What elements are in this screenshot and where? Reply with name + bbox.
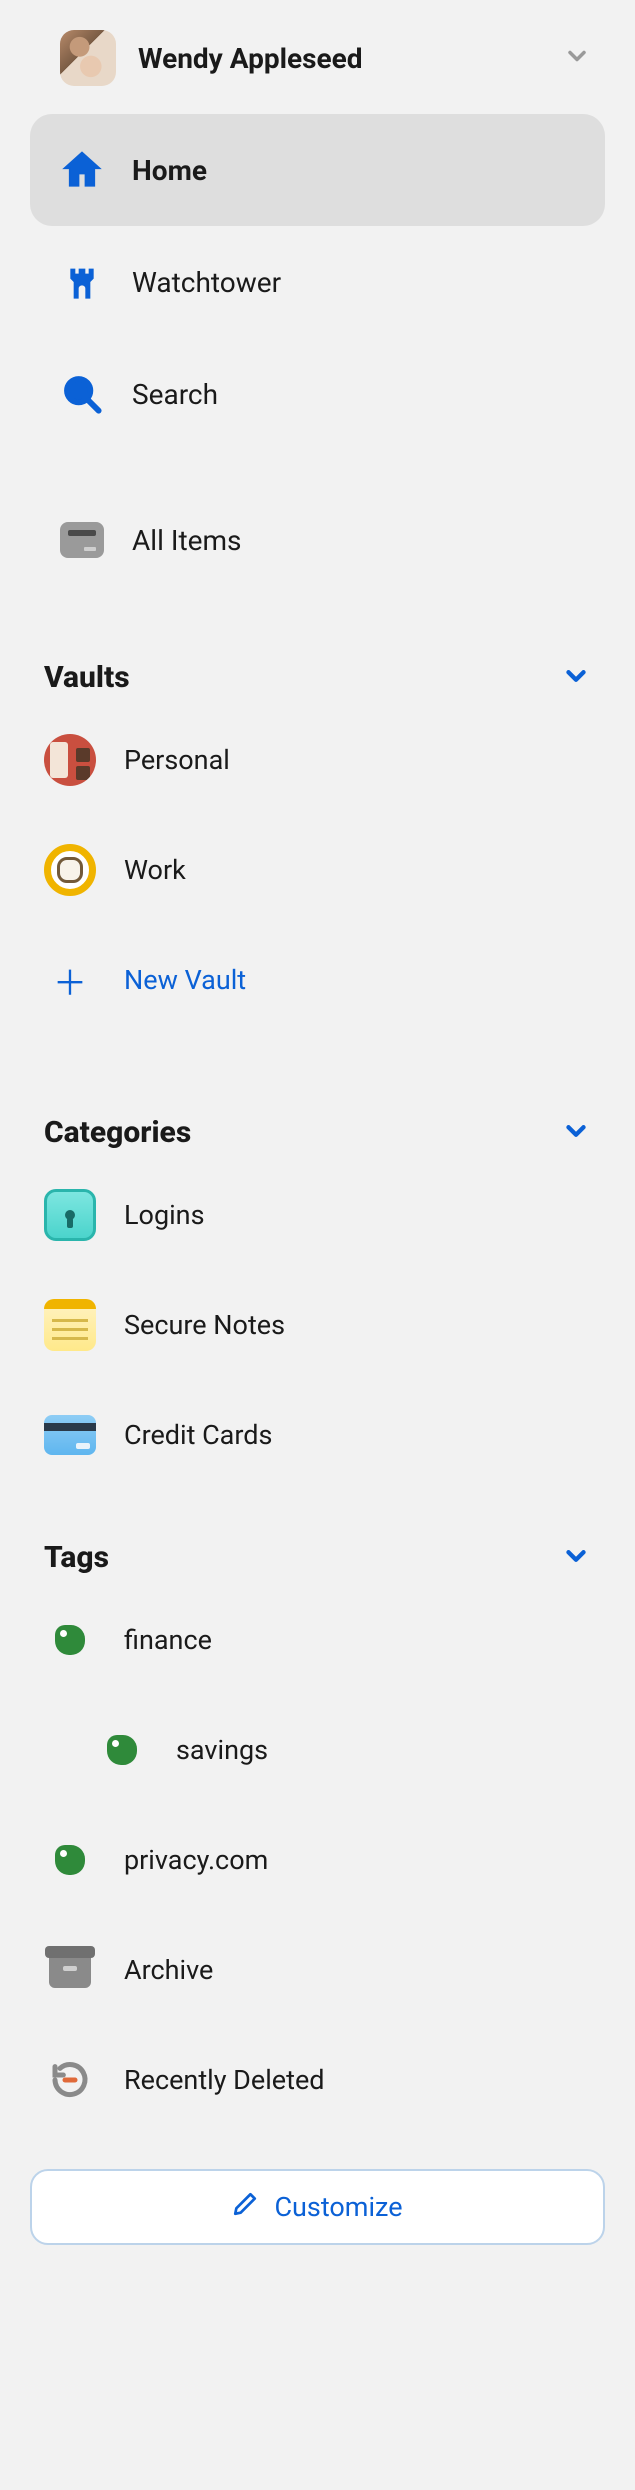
nav-archive[interactable]: Archive — [30, 1915, 605, 2025]
avatar — [60, 30, 116, 86]
tag-label: finance — [124, 1624, 212, 1656]
tag-savings[interactable]: savings — [30, 1695, 605, 1805]
nav-label: Watchtower — [132, 266, 281, 299]
nav-label: All Items — [132, 524, 241, 557]
nav-label: Home — [132, 154, 207, 187]
tag-label: savings — [176, 1734, 268, 1766]
vault-icon — [44, 734, 96, 786]
section-title: Categories — [44, 1115, 191, 1150]
category-label: Secure Notes — [124, 1309, 285, 1341]
new-vault-label: New Vault — [124, 964, 246, 996]
secure-notes-icon — [44, 1299, 96, 1351]
recently-deleted-icon — [44, 2054, 96, 2106]
category-logins[interactable]: Logins — [30, 1160, 605, 1270]
chevron-down-icon — [563, 42, 591, 74]
watchtower-icon — [60, 260, 104, 304]
sidebar: Wendy Appleseed Home Watchtower Search A… — [0, 0, 635, 2275]
nav-watchtower[interactable]: Watchtower — [30, 226, 605, 338]
section-header-tags[interactable]: Tags — [30, 1510, 605, 1585]
tag-icon — [44, 1614, 96, 1666]
category-credit-cards[interactable]: Credit Cards — [30, 1380, 605, 1490]
vault-work[interactable]: Work — [30, 815, 605, 925]
category-label: Credit Cards — [124, 1419, 272, 1451]
section-title: Tags — [44, 1540, 109, 1575]
nav-all-items[interactable]: All Items — [30, 500, 605, 580]
search-icon — [60, 372, 104, 416]
logins-icon — [44, 1189, 96, 1241]
chevron-down-icon — [561, 1116, 591, 1150]
category-secure-notes[interactable]: Secure Notes — [30, 1270, 605, 1380]
vault-icon — [44, 844, 96, 896]
pencil-icon — [232, 2191, 258, 2224]
nav-label: Archive — [124, 1954, 213, 1986]
nav-label: Search — [132, 378, 218, 411]
section-title: Vaults — [44, 660, 130, 695]
new-vault-button[interactable]: ＋ New Vault — [30, 925, 605, 1035]
vault-personal[interactable]: Personal — [30, 705, 605, 815]
account-switcher[interactable]: Wendy Appleseed — [30, 20, 605, 114]
customize-label: Customize — [274, 2191, 402, 2223]
tag-icon — [96, 1724, 148, 1776]
section-header-categories[interactable]: Categories — [30, 1085, 605, 1160]
tag-privacy-com[interactable]: privacy.com — [30, 1805, 605, 1915]
nav-label: Recently Deleted — [124, 2064, 324, 2096]
plus-icon: ＋ — [44, 956, 96, 1005]
home-icon — [60, 148, 104, 192]
vault-label: Work — [124, 854, 186, 886]
nav-search[interactable]: Search — [30, 338, 605, 450]
category-label: Logins — [124, 1199, 205, 1231]
nav-home[interactable]: Home — [30, 114, 605, 226]
chevron-down-icon — [561, 1541, 591, 1575]
vault-label: Personal — [124, 744, 230, 776]
section-header-vaults[interactable]: Vaults — [30, 630, 605, 705]
chevron-down-icon — [561, 661, 591, 695]
credit-cards-icon — [44, 1409, 96, 1461]
all-items-icon — [60, 518, 104, 562]
tag-label: privacy.com — [124, 1844, 268, 1876]
tag-finance[interactable]: finance — [30, 1585, 605, 1695]
nav-recently-deleted[interactable]: Recently Deleted — [30, 2025, 605, 2135]
customize-button[interactable]: Customize — [30, 2169, 605, 2245]
user-name: Wendy Appleseed — [138, 42, 541, 75]
archive-icon — [44, 1944, 96, 1996]
tag-icon — [44, 1834, 96, 1886]
